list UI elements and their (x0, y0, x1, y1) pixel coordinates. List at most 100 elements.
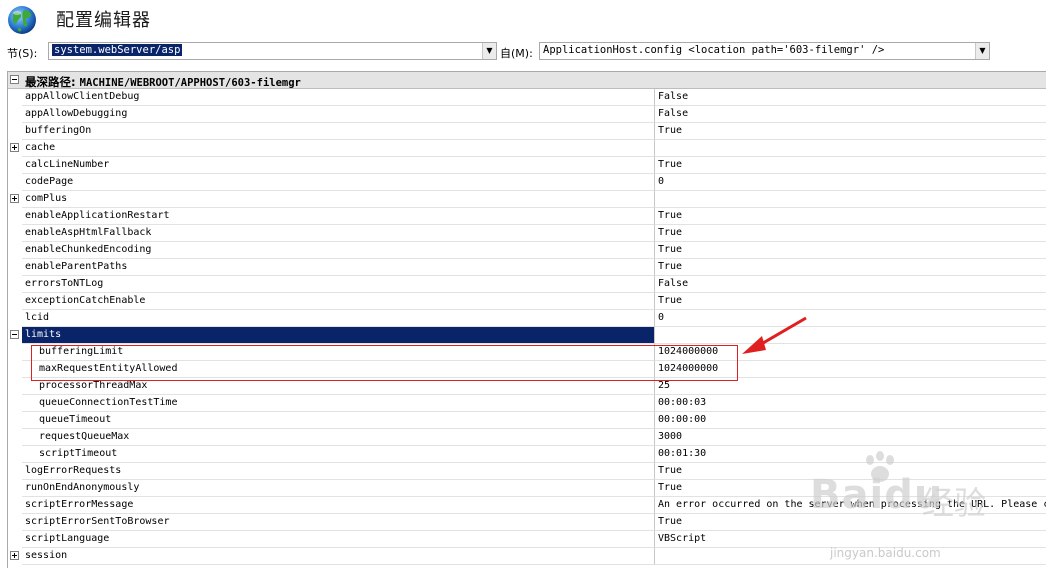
property-value-cell[interactable]: 25 (655, 378, 1046, 395)
property-name-cell[interactable]: comPlus (22, 191, 655, 208)
property-name: enableApplicationRestart (25, 210, 170, 221)
from-dropdown[interactable]: ApplicationHost.config <location path='6… (539, 42, 990, 60)
plus-box-icon[interactable] (10, 551, 19, 560)
property-value-cell[interactable] (655, 140, 1046, 157)
property-name-cell[interactable]: scriptErrorMessage (22, 497, 655, 514)
property-value-cell[interactable] (655, 327, 1046, 344)
property-name-cell[interactable]: bufferingOn (22, 123, 655, 140)
table-row[interactable]: scriptErrorMessage An error occurred on t… (8, 497, 1046, 514)
property-value-cell[interactable]: VBScript (655, 531, 1046, 548)
property-name-cell[interactable]: scriptLanguage (22, 531, 655, 548)
property-name-cell[interactable]: enableAspHtmlFallback (22, 225, 655, 242)
property-name-cell[interactable]: limits (22, 327, 655, 344)
row-gutter (8, 276, 22, 293)
property-name-cell[interactable]: queueTimeout (22, 412, 655, 429)
row-gutter (8, 429, 22, 446)
minus-box-icon[interactable] (10, 330, 19, 339)
property-name-cell[interactable]: enableChunkedEncoding (22, 242, 655, 259)
property-name-cell[interactable]: appAllowClientDebug (22, 89, 655, 106)
table-row[interactable]: cache (8, 140, 1046, 157)
table-row[interactable]: limits (8, 327, 1046, 344)
table-row[interactable]: enableChunkedEncoding True (8, 242, 1046, 259)
plus-box-icon[interactable] (10, 194, 19, 203)
property-name-cell[interactable]: logErrorRequests (22, 463, 655, 480)
property-name-cell[interactable]: session (22, 548, 655, 565)
grid-header[interactable]: 最深路径: MACHINE/WEBROOT/APPHOST/603-filemg… (8, 72, 1046, 89)
property-value-cell[interactable]: False (655, 106, 1046, 123)
table-row[interactable]: appAllowDebugging False (8, 106, 1046, 123)
table-row[interactable]: calcLineNumber True (8, 157, 1046, 174)
property-name-cell[interactable]: queueConnectionTestTime (22, 395, 655, 412)
property-value: 00:00:03 (658, 397, 707, 408)
property-value-cell[interactable]: True (655, 225, 1046, 242)
property-value-cell[interactable]: True (655, 259, 1046, 276)
property-name-cell[interactable]: cache (22, 140, 655, 157)
table-row[interactable]: runOnEndAnonymously True (8, 480, 1046, 497)
property-name-cell[interactable]: bufferingLimit (22, 344, 655, 361)
property-name-cell[interactable]: scriptErrorSentToBrowser (22, 514, 655, 531)
table-row[interactable]: enableAspHtmlFallback True (8, 225, 1046, 242)
property-value-cell[interactable]: True (655, 123, 1046, 140)
table-row[interactable]: scriptTimeout 00:01:30 (8, 446, 1046, 463)
property-name-cell[interactable]: enableApplicationRestart (22, 208, 655, 225)
property-value-cell[interactable]: 00:01:30 (655, 446, 1046, 463)
section-dropdown[interactable]: system.webServer/asp ▼ (48, 42, 497, 60)
property-name-cell[interactable]: processorThreadMax (22, 378, 655, 395)
row-gutter (8, 225, 22, 242)
table-row[interactable]: maxRequestEntityAllowed 1024000000 (8, 361, 1046, 378)
property-value-cell[interactable]: True (655, 242, 1046, 259)
table-row[interactable]: errorsToNTLog False (8, 276, 1046, 293)
property-value-cell[interactable]: An error occurred on the server when pro… (655, 497, 1046, 514)
property-value-cell[interactable]: 1024000000 (655, 361, 1046, 378)
property-name-cell[interactable]: codePage (22, 174, 655, 191)
property-value-cell[interactable]: True (655, 208, 1046, 225)
table-row[interactable]: queueConnectionTestTime 00:00:03 (8, 395, 1046, 412)
chevron-down-icon[interactable]: ▼ (975, 43, 989, 59)
property-name-cell[interactable]: exceptionCatchEnable (22, 293, 655, 310)
table-row[interactable]: enableParentPaths True (8, 259, 1046, 276)
table-row[interactable]: lcid 0 (8, 310, 1046, 327)
table-row[interactable]: logErrorRequests True (8, 463, 1046, 480)
property-name-cell[interactable]: errorsToNTLog (22, 276, 655, 293)
table-row[interactable]: bufferingLimit 1024000000 (8, 344, 1046, 361)
table-row[interactable]: requestQueueMax 3000 (8, 429, 1046, 446)
property-name-cell[interactable]: calcLineNumber (22, 157, 655, 174)
property-value-cell[interactable]: 0 (655, 174, 1046, 191)
property-name-cell[interactable]: appAllowDebugging (22, 106, 655, 123)
property-value-cell[interactable]: True (655, 480, 1046, 497)
property-name-cell[interactable]: runOnEndAnonymously (22, 480, 655, 497)
property-value-cell[interactable]: 3000 (655, 429, 1046, 446)
table-row[interactable]: queueTimeout 00:00:00 (8, 412, 1046, 429)
property-name-cell[interactable]: scriptTimeout (22, 446, 655, 463)
property-value-cell[interactable]: 00:00:00 (655, 412, 1046, 429)
property-value-cell[interactable] (655, 191, 1046, 208)
property-value-cell[interactable]: True (655, 293, 1046, 310)
table-row[interactable]: exceptionCatchEnable True (8, 293, 1046, 310)
table-row[interactable]: codePage 0 (8, 174, 1046, 191)
property-value-cell[interactable]: True (655, 514, 1046, 531)
plus-box-icon[interactable] (10, 143, 19, 152)
property-value-cell[interactable]: False (655, 276, 1046, 293)
minus-box-icon[interactable] (10, 75, 19, 84)
table-row[interactable]: appAllowClientDebug False (8, 89, 1046, 106)
table-row[interactable]: comPlus (8, 191, 1046, 208)
row-gutter (8, 463, 22, 480)
property-name-cell[interactable]: lcid (22, 310, 655, 327)
property-name-cell[interactable]: requestQueueMax (22, 429, 655, 446)
property-value-cell[interactable]: 1024000000 (655, 344, 1046, 361)
property-value-cell[interactable] (655, 548, 1046, 565)
chevron-down-icon[interactable]: ▼ (482, 43, 496, 59)
property-value-cell[interactable]: False (655, 89, 1046, 106)
table-row[interactable]: scriptErrorSentToBrowser True (8, 514, 1046, 531)
property-value-cell[interactable]: 00:00:03 (655, 395, 1046, 412)
property-value-cell[interactable]: 0 (655, 310, 1046, 327)
property-value-cell[interactable]: True (655, 463, 1046, 480)
table-row[interactable]: session (8, 548, 1046, 565)
property-value-cell[interactable]: True (655, 157, 1046, 174)
property-name-cell[interactable]: maxRequestEntityAllowed (22, 361, 655, 378)
table-row[interactable]: enableApplicationRestart True (8, 208, 1046, 225)
table-row[interactable]: bufferingOn True (8, 123, 1046, 140)
property-name-cell[interactable]: enableParentPaths (22, 259, 655, 276)
table-row[interactable]: processorThreadMax 25 (8, 378, 1046, 395)
table-row[interactable]: scriptLanguage VBScript (8, 531, 1046, 548)
